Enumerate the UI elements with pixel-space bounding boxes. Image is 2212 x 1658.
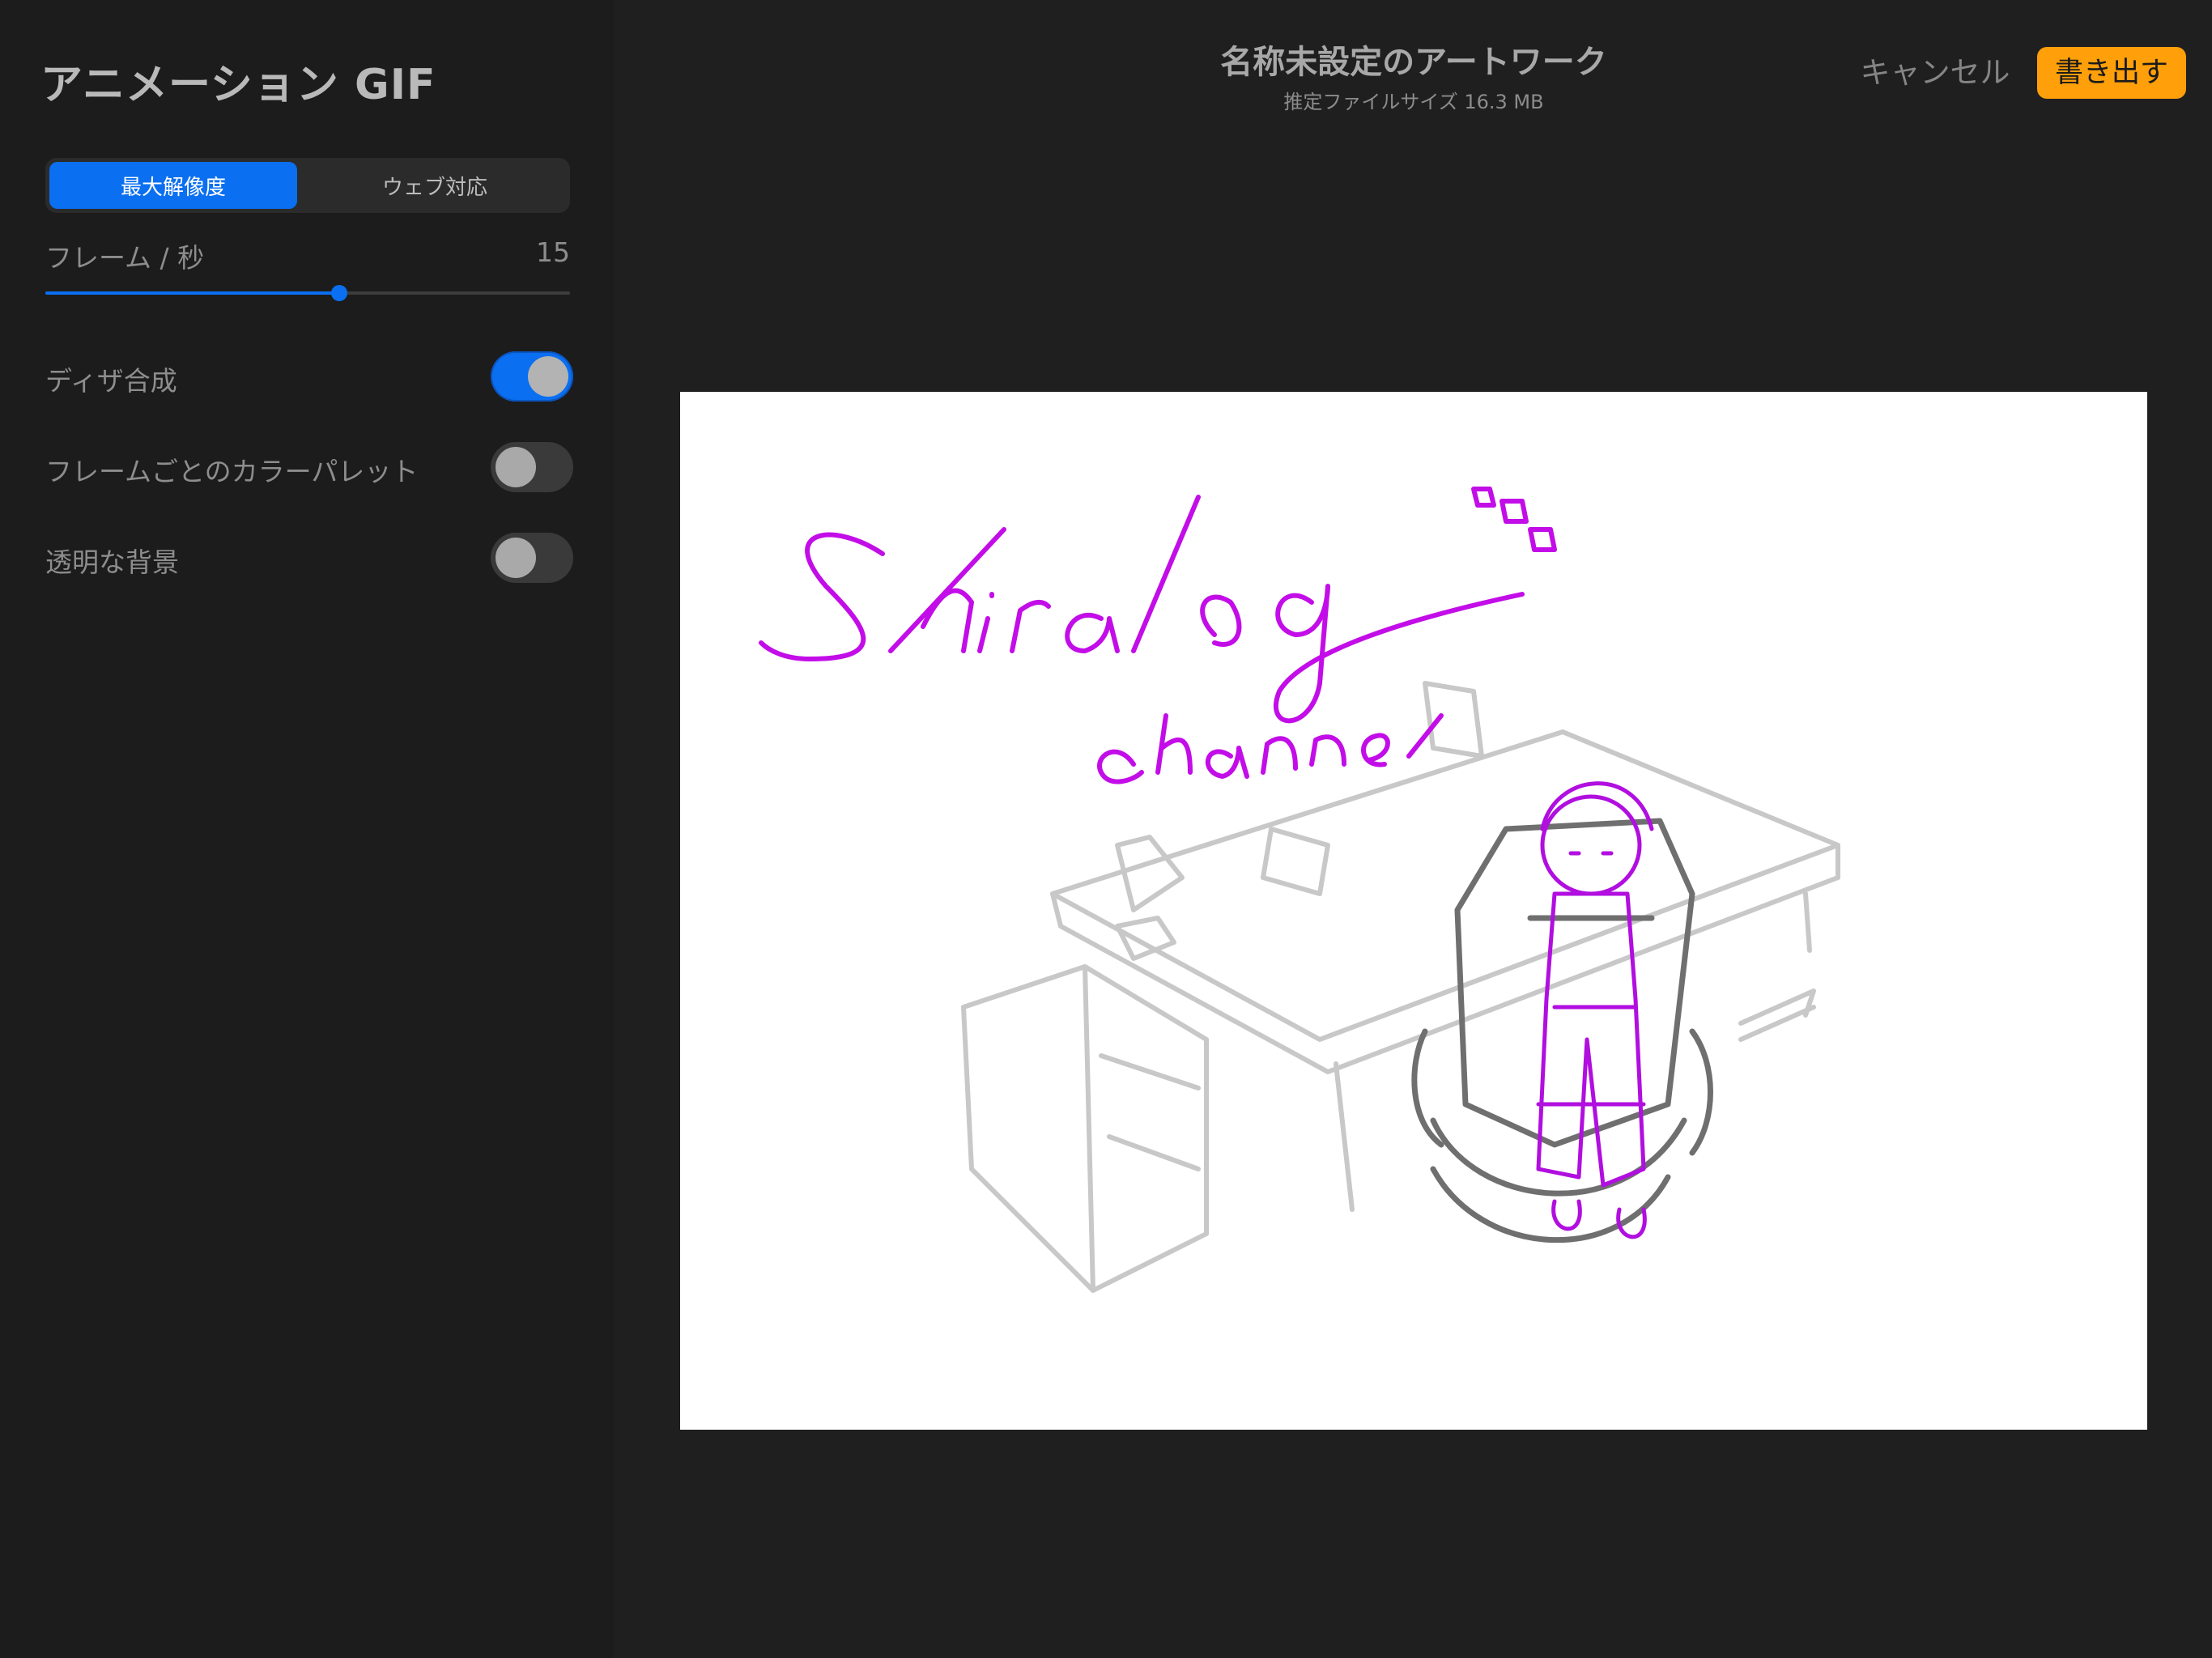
artwork-title: 名称未設定のアートワーク: [1220, 44, 1607, 81]
per-frame-palette-label: フレームごとのカラーパレット: [45, 456, 419, 487]
toggle-knob: [496, 538, 536, 578]
handwritten-logo: [759, 487, 1557, 784]
segment-web-ready[interactable]: ウェブ対応: [304, 162, 566, 209]
toggle-knob: [496, 447, 536, 487]
dither-toggle[interactable]: [491, 351, 573, 402]
fps-label: フレーム / 秒: [45, 242, 205, 274]
per-frame-palette-row: フレームごとのカラーパレット: [45, 442, 573, 495]
sketch-illustration: [759, 487, 1840, 1293]
toggle-knob: [528, 356, 568, 397]
panel-title: アニメーション GIF: [40, 61, 436, 109]
cancel-button[interactable]: キャンセル: [1854, 50, 2016, 96]
dither-row: ディザ合成: [45, 351, 573, 405]
dither-label: ディザ合成: [45, 365, 177, 397]
fps-slider[interactable]: [45, 285, 570, 301]
transparent-background-toggle[interactable]: [491, 533, 573, 583]
export-button[interactable]: 書き出す: [2037, 47, 2186, 99]
fps-slider-thumb[interactable]: [330, 285, 347, 301]
file-size-estimate: 推定ファイルサイズ 16.3 MB: [1283, 91, 1544, 113]
per-frame-palette-toggle[interactable]: [491, 442, 573, 492]
fps-slider-fill: [45, 291, 339, 295]
artwork-preview: [680, 392, 2147, 1430]
resolution-segmented-control: 最大解像度 ウェブ対応: [45, 158, 570, 213]
fps-value: 15: [536, 236, 570, 268]
settings-panel: アニメーション GIF 最大解像度 ウェブ対応 フレーム / 秒 15 ディザ合…: [0, 0, 614, 1658]
character-sketch: [1536, 781, 1654, 1239]
desk-sketch: [961, 681, 1840, 1293]
transparent-background-label: 透明な背景: [45, 546, 179, 578]
transparent-background-row: 透明な背景: [45, 533, 573, 586]
segment-max-resolution[interactable]: 最大解像度: [49, 162, 297, 209]
